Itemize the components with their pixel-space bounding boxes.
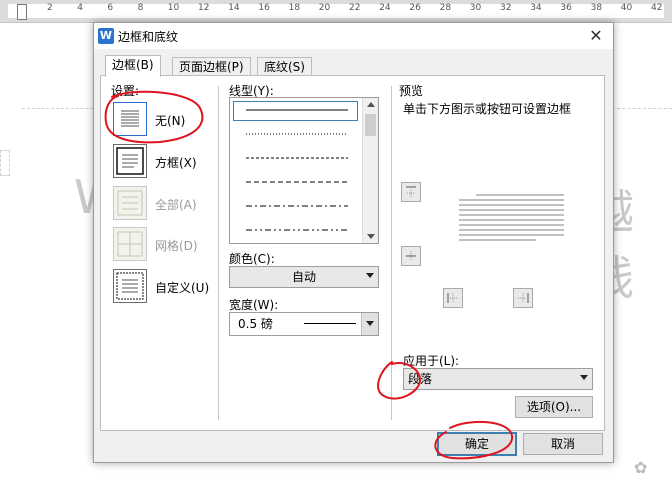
middle-border-button[interactable] [401, 246, 421, 266]
ruler-tick-label: 8 [137, 3, 144, 13]
ruler-tick-label: 4 [77, 3, 83, 13]
title-bar: W 边框和底纹 ✕ [94, 23, 613, 49]
setting-box[interactable]: 方框(X) [111, 140, 201, 180]
ruler-tick-label: 42 [651, 3, 663, 13]
page-margin-guide [22, 108, 103, 149]
setting-box-label: 方框(X) [155, 156, 197, 170]
tab-panel: 设置: 无(N) 方框(X) 全部(A) 网格(D) 自定义(U) 线型(Y):… [100, 75, 605, 431]
ruler-tick-label: 2 [47, 3, 53, 13]
apply-to-heading: 应用于(L): [403, 354, 460, 368]
page-margin-guide-left [0, 150, 10, 176]
ruler-tick-label: 26 [409, 3, 421, 13]
line-style-scrollbar[interactable] [362, 98, 378, 243]
width-value: 0.5 磅 [238, 317, 273, 331]
dialog-title: 边框和底纹 [118, 30, 179, 44]
cancel-button[interactable]: 取消 [523, 433, 603, 455]
ruler-tick-label: 16 [258, 3, 270, 13]
scroll-down-icon[interactable] [367, 234, 375, 239]
borders-and-shading-dialog: W 边框和底纹 ✕ 边框(B) 页面边框(P) 底纹(S) 设置: 无(N) 方… [93, 22, 614, 463]
preview-page-sample [459, 194, 564, 241]
setting-grid[interactable]: 网格(D) [111, 223, 201, 263]
setting-none-label: 无(N) [155, 114, 186, 128]
ruler-tick-label: 38 [590, 3, 603, 13]
setting-all-label: 全部(A) [155, 198, 197, 212]
color-dropdown[interactable]: 自动 [229, 266, 379, 288]
indent-marker[interactable] [17, 4, 27, 20]
chevron-down-icon [580, 375, 588, 380]
divider-right [391, 86, 392, 420]
options-button[interactable]: 选项(O)... [515, 396, 593, 418]
preview-hint: 单击下方图示或按钮可设置边框 [403, 102, 572, 116]
horizontal-ruler: 2 4 6 8 10 12 14 16 18 20 22 24 26 28 30 32 34 36 38 40 42 [0, 0, 672, 23]
custom-preview-icon [113, 269, 147, 303]
setting-grid-label: 网格(D) [155, 239, 198, 253]
line-style-options [246, 109, 348, 231]
ruler-tick-label: 24 [379, 3, 391, 13]
grid-preview-icon [113, 227, 147, 261]
none-preview-icon [113, 102, 147, 136]
divider-left [218, 86, 219, 420]
ok-button[interactable]: 确定 [437, 432, 517, 456]
width-dropdown-button[interactable] [361, 313, 378, 335]
scroll-thumb[interactable] [365, 114, 376, 136]
ruler-tick-label: 22 [349, 3, 361, 13]
width-sample-line [304, 323, 356, 324]
preview-heading: 预览 [399, 84, 424, 98]
scroll-up-icon[interactable] [367, 102, 375, 107]
settings-heading: 设置: [111, 84, 140, 98]
apply-to-value: 段落 [408, 372, 433, 386]
setting-none[interactable]: 无(N) [111, 98, 201, 138]
chevron-down-icon [366, 321, 374, 326]
ruler-tick-label: 32 [500, 3, 512, 13]
tab-borders[interactable]: 边框(B) [105, 55, 161, 77]
ruler-tick-label: 30 [469, 3, 482, 13]
right-border-button[interactable] [513, 288, 533, 308]
chevron-down-icon [366, 273, 374, 278]
ruler-tick-label: 6 [107, 3, 114, 13]
top-border-button[interactable] [401, 182, 421, 202]
tab-page-borders[interactable]: 页面边框(P) [172, 57, 251, 76]
setting-custom-label: 自定义(U) [155, 281, 210, 295]
ruler-tick-label: 36 [560, 3, 572, 13]
line-style-listbox[interactable] [229, 97, 379, 244]
ruler-tick-label: 10 [167, 3, 180, 13]
ruler-tick-label: 40 [620, 3, 633, 13]
close-button[interactable]: ✕ [587, 26, 605, 45]
setting-all[interactable]: 全部(A) [111, 182, 201, 222]
apply-to-dropdown[interactable]: 段落 [403, 368, 593, 390]
color-heading: 颜色(C): [229, 252, 275, 266]
paw-watermark-icon: ✿ [634, 458, 648, 477]
box-preview-icon [113, 144, 147, 178]
ruler-tick-label: 14 [228, 3, 240, 13]
width-heading: 宽度(W): [229, 298, 279, 312]
ruler-tick-label: 20 [318, 3, 331, 13]
ruler-tick-label: 12 [198, 3, 210, 13]
wps-app-icon: W [98, 28, 114, 44]
setting-custom[interactable]: 自定义(U) [111, 265, 211, 305]
ruler-tick-label: 34 [530, 3, 542, 13]
width-dropdown[interactable]: 0.5 磅 [229, 312, 379, 336]
tab-shading[interactable]: 底纹(S) [257, 57, 312, 76]
page-margin-guide-right [612, 108, 672, 149]
all-preview-icon [113, 186, 147, 220]
ruler-tick-label: 28 [439, 3, 452, 13]
color-value: 自动 [291, 270, 316, 284]
ruler-tick-label: 18 [288, 3, 301, 13]
left-border-button[interactable] [443, 288, 463, 308]
